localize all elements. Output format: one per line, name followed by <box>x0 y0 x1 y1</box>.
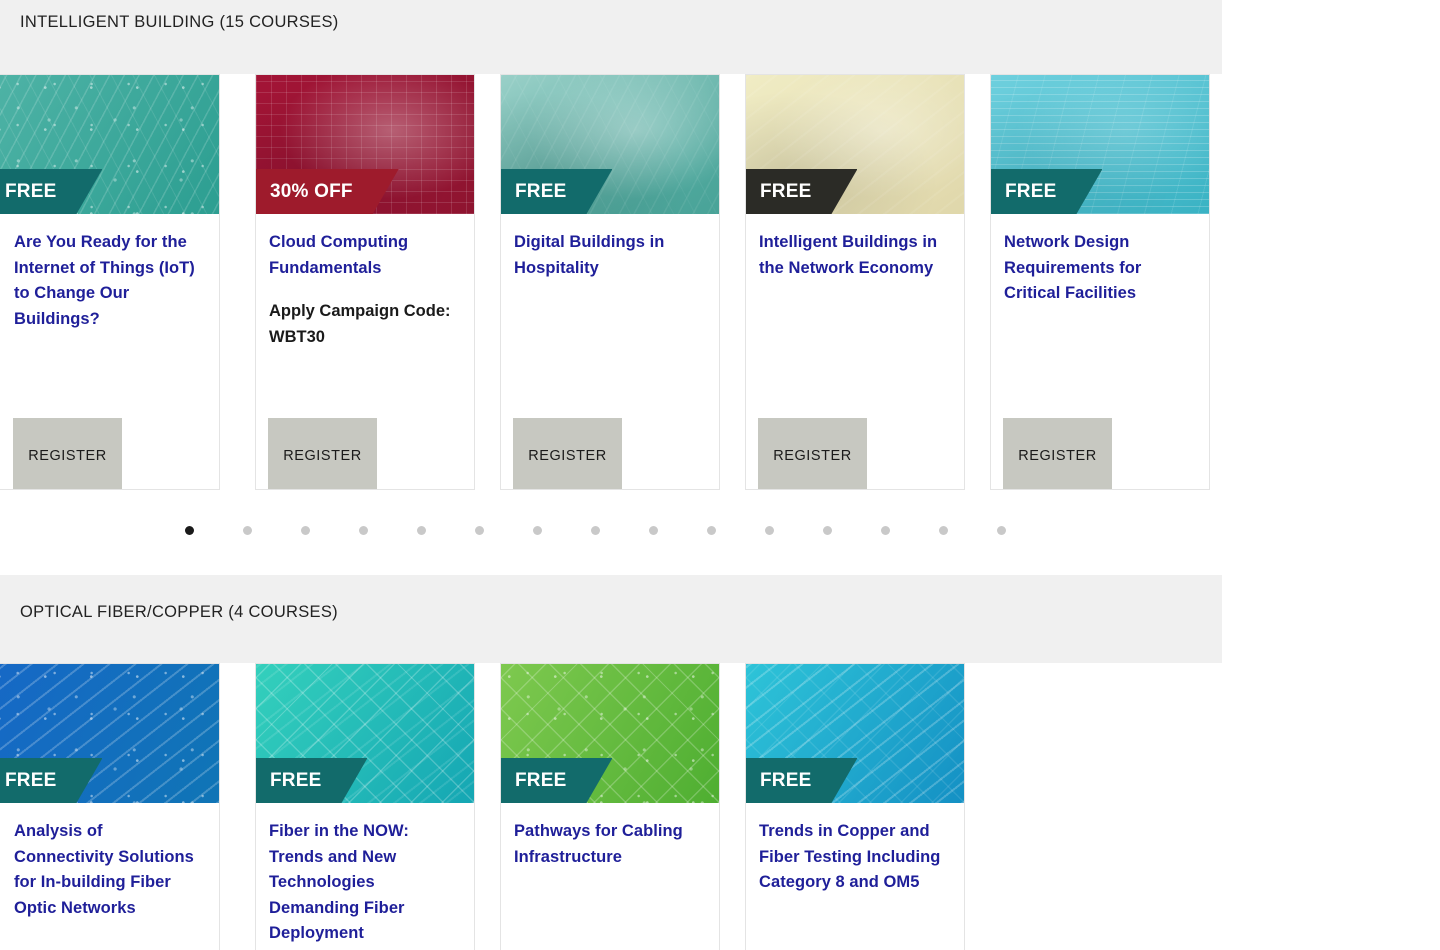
course-image: FREE <box>746 664 964 803</box>
price-badge-label: FREE <box>5 180 57 202</box>
course-image: FREE <box>0 664 219 803</box>
course-image: FREE <box>0 75 219 214</box>
course-card-body: Digital Buildings in Hospitality REGISTE… <box>501 214 719 489</box>
course-card-body: Fiber in the NOW: Trends and New Technol… <box>256 803 474 950</box>
campaign-code-note: Apply Campaign Code: WBT30 <box>269 302 451 346</box>
course-title-link[interactable]: Pathways for Cabling Infrastructure <box>514 819 706 870</box>
section-header-optical-fiber-copper: OPTICAL FIBER/COPPER (4 COURSES) <box>0 575 1222 663</box>
register-button[interactable]: REGISTER <box>13 418 122 489</box>
course-card[interactable]: 30% OFF Cloud Computing Fundamentals App… <box>255 74 475 490</box>
register-button[interactable]: REGISTER <box>758 418 867 489</box>
course-card[interactable]: FREE Digital Buildings in Hospitality RE… <box>500 74 720 490</box>
course-card-body: Network Design Requirements for Critical… <box>991 214 1209 489</box>
carousel-dot[interactable] <box>417 526 426 535</box>
course-title-link[interactable]: Network Design Requirements for Critical… <box>1004 230 1196 307</box>
carousel-dot[interactable] <box>533 526 542 535</box>
section-title: INTELLIGENT BUILDING (15 COURSES) <box>20 13 339 31</box>
carousel-dot[interactable] <box>881 526 890 535</box>
course-title-link[interactable]: Digital Buildings in Hospitality <box>514 230 706 281</box>
carousel-dot[interactable] <box>359 526 368 535</box>
price-badge-label: FREE <box>5 769 57 791</box>
carousel-dot[interactable] <box>301 526 310 535</box>
course-title-link[interactable]: Analysis of Connectivity Solutions for I… <box>14 819 206 921</box>
course-image: FREE <box>746 75 964 214</box>
carousel-dot[interactable] <box>185 526 194 535</box>
course-title-link[interactable]: Intelligent Buildings in the Network Eco… <box>759 230 951 281</box>
course-title-link[interactable]: Cloud Computing Fundamentals <box>269 230 461 281</box>
price-badge-label: FREE <box>760 180 812 202</box>
section-header-intelligent-building: INTELLIGENT BUILDING (15 COURSES) <box>0 0 1222 74</box>
carousel-dot[interactable] <box>939 526 948 535</box>
course-title-link[interactable]: Trends in Copper and Fiber Testing Inclu… <box>759 819 951 896</box>
course-card[interactable]: FREE Fiber in the NOW: Trends and New Te… <box>255 663 475 950</box>
carousel-dot[interactable] <box>707 526 716 535</box>
course-image: FREE <box>256 664 474 803</box>
course-catalog-page: INTELLIGENT BUILDING (15 COURSES) FREE A… <box>0 0 1440 950</box>
course-card[interactable]: FREE Are You Ready for the Internet of T… <box>0 74 220 490</box>
course-card[interactable]: FREE Intelligent Buildings in the Networ… <box>745 74 965 490</box>
course-card-body: Analysis of Connectivity Solutions for I… <box>0 803 219 950</box>
course-image: FREE <box>501 75 719 214</box>
carousel-dot[interactable] <box>823 526 832 535</box>
carousel-dot[interactable] <box>475 526 484 535</box>
course-card-body: Trends in Copper and Fiber Testing Inclu… <box>746 803 964 950</box>
register-button[interactable]: REGISTER <box>1003 418 1112 489</box>
register-button[interactable]: REGISTER <box>513 418 622 489</box>
carousel-dot[interactable] <box>243 526 252 535</box>
course-image: FREE <box>991 75 1209 214</box>
course-image: FREE <box>501 664 719 803</box>
carousel-dot[interactable] <box>649 526 658 535</box>
course-title-link[interactable]: Fiber in the NOW: Trends and New Technol… <box>269 819 461 947</box>
price-badge-label: FREE <box>515 769 567 791</box>
carousel-dot[interactable] <box>997 526 1006 535</box>
course-card-body: Intelligent Buildings in the Network Eco… <box>746 214 964 489</box>
register-button[interactable]: REGISTER <box>268 418 377 489</box>
course-card-body: Cloud Computing Fundamentals Apply Campa… <box>256 214 474 489</box>
price-badge-label: FREE <box>270 769 322 791</box>
carousel-pagination[interactable] <box>185 526 1006 535</box>
price-badge-label: FREE <box>515 180 567 202</box>
course-card[interactable]: FREE Network Design Requirements for Cri… <box>990 74 1210 490</box>
price-badge-label: FREE <box>760 769 812 791</box>
course-image: 30% OFF <box>256 75 474 214</box>
course-card-body: Pathways for Cabling Infrastructure <box>501 803 719 950</box>
section-title: OPTICAL FIBER/COPPER (4 COURSES) <box>20 603 338 621</box>
carousel-dot[interactable] <box>591 526 600 535</box>
price-badge-label: FREE <box>1005 180 1057 202</box>
carousel-dot[interactable] <box>765 526 774 535</box>
price-badge-label: 30% OFF <box>270 180 353 202</box>
course-card[interactable]: FREE Pathways for Cabling Infrastructure <box>500 663 720 950</box>
course-card-body: Are You Ready for the Internet of Things… <box>0 214 219 489</box>
course-card[interactable]: FREE Trends in Copper and Fiber Testing … <box>745 663 965 950</box>
course-title-link[interactable]: Are You Ready for the Internet of Things… <box>14 230 206 332</box>
course-card[interactable]: FREE Analysis of Connectivity Solutions … <box>0 663 220 950</box>
